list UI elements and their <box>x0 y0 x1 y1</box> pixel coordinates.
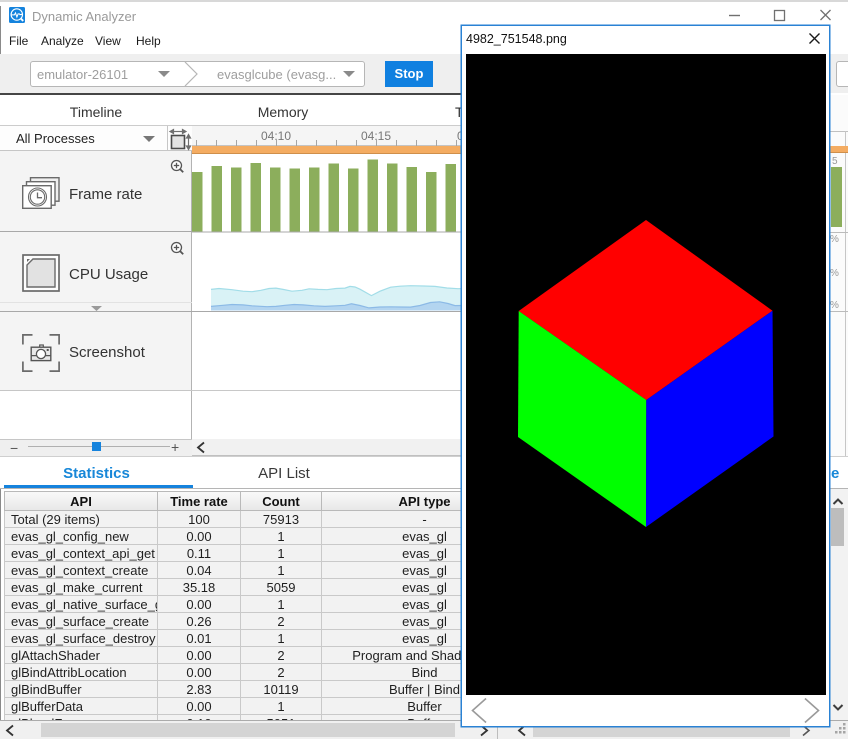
svg-text:04:10: 04:10 <box>261 129 291 143</box>
svg-text:04:15: 04:15 <box>361 129 391 143</box>
